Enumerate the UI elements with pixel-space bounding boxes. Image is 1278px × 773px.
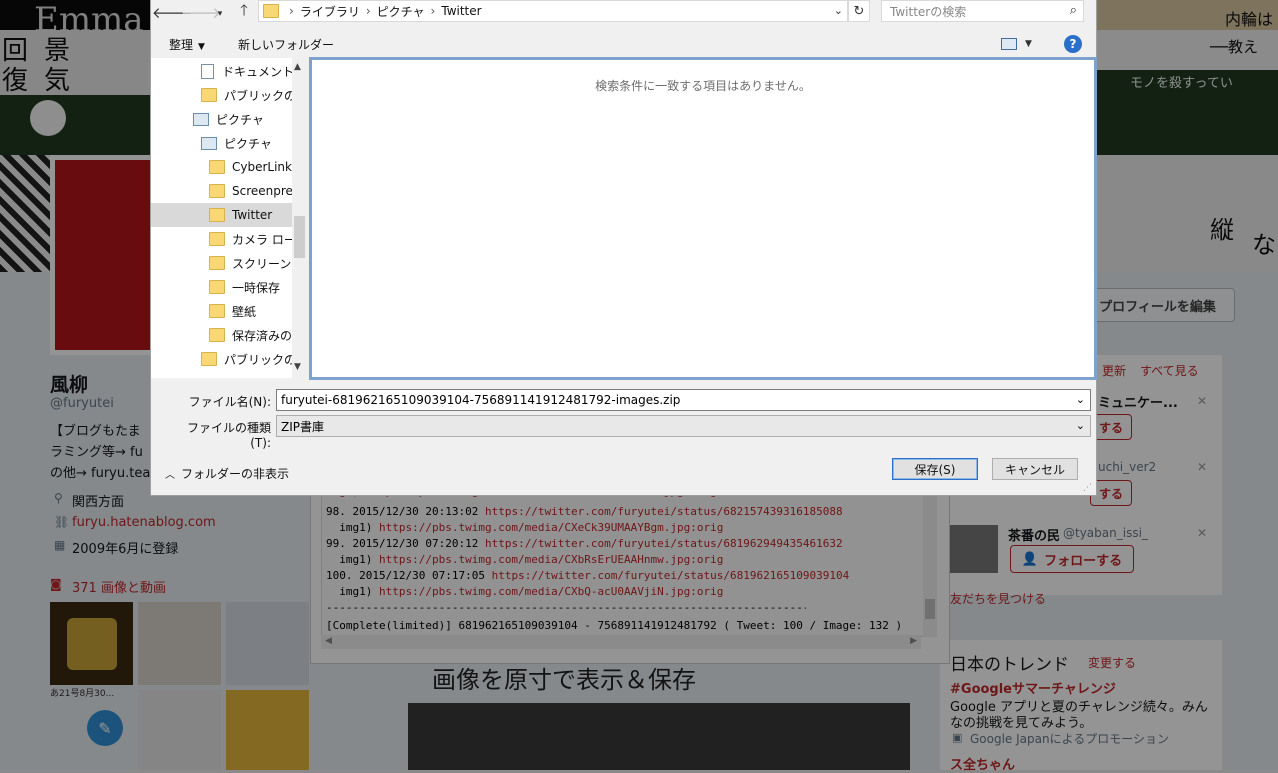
filetype-label: ファイルの種類(T): [186,421,271,450]
hide-folders-toggle[interactable]: ︿ フォルダーの非表示 [165,465,289,482]
folder-icon [209,256,225,270]
scrollbar-thumb[interactable] [294,216,305,258]
tree-item[interactable]: スクリーンショ [151,251,292,275]
tree-item[interactable]: Screenpress [151,179,292,203]
breadcrumb-pictures[interactable]: ピクチャ [377,3,425,20]
chevron-down-icon[interactable]: ⌄ [1076,419,1085,432]
chevron-right-icon: › [289,4,294,18]
help-icon[interactable]: ? [1064,35,1082,53]
search-icon: ⌕ [1069,3,1077,18]
navigation-pane[interactable]: ドキュメントパブリックのドキピクチャピクチャCyberLink CScreenp… [151,58,292,378]
save-button[interactable]: 保存(S) [892,458,978,480]
save-label: 保存(S) [914,462,956,477]
chevron-up-icon: ︿ [165,470,175,481]
tree-item[interactable]: 保存済みの写 [151,323,292,347]
tree-item[interactable]: ドキュメント [151,59,292,83]
tree-item[interactable]: パブリックのピク [151,347,292,371]
folder-icon [209,160,225,174]
tree-item-label: 壁紙 [232,304,257,319]
up-button[interactable]: 🡑 [231,0,257,24]
file-list[interactable]: 検索条件に一致する項目はありません。 [309,57,1097,380]
tree-scrollbar[interactable]: ▲ ▼ [292,58,307,378]
filetype-select[interactable]: ZIP書庫 ⌄ [276,415,1091,437]
breadcrumb-library[interactable]: ライブラリ [300,3,360,20]
tree-item-label: パブリックのピク [224,352,292,367]
forward-button[interactable]: 🡒 [181,0,221,24]
search-input[interactable]: Twitterの検索 ⌕ [881,0,1084,22]
folder-icon [209,184,225,198]
chevron-right-icon: › [365,4,371,18]
library-icon [201,136,217,150]
folder-icon [209,208,225,222]
tree-item[interactable]: カメラ ロール [151,227,292,251]
tree-item-label: カメラ ロール [232,232,292,247]
empty-message: 検索条件に一致する項目はありません。 [595,79,811,93]
tree-item-label: 保存済みの写 [232,328,292,343]
view-options-button[interactable]: ▼ [1001,34,1041,54]
tree-item[interactable]: 一時保存 [151,275,292,299]
cancel-label: キャンセル [1004,462,1065,477]
filename-label: ファイル名(N): [188,395,271,409]
search-placeholder: Twitterの検索 [890,4,967,19]
address-dropdown-icon[interactable]: ⌄ [834,4,843,17]
cancel-button[interactable]: キャンセル [992,458,1078,480]
tree-item[interactable]: ピクチャ [151,107,292,131]
folder-icon [201,352,217,366]
chevron-down-icon: ▼ [1025,39,1032,49]
filename-input[interactable]: furyutei-681962165109039104-756891141912… [276,389,1091,411]
chevron-down-icon[interactable]: ⌄ [1076,393,1085,406]
organize-menu[interactable]: 整理 ▼ [169,36,205,53]
save-dialog: 🡐 🡒 ▾ 🡑 › ライブラリ › ピクチャ › Twitter ⌄ ↻ Twi… [150,0,1097,496]
tree-item-label: 一時保存 [232,280,281,295]
address-bar[interactable]: › ライブラリ › ピクチャ › Twitter ⌄ [258,0,848,22]
folder-icon [209,280,225,294]
folder-icon [263,4,279,18]
organize-label: 整理 [169,38,194,52]
tree-item-label: ドキュメント [222,64,292,79]
tree-item-label: Screenpress [232,184,292,198]
tree-item-label: スクリーンショ [232,256,292,271]
new-folder-button[interactable]: 新しいフォルダー [238,36,334,53]
recent-dropdown-button[interactable]: ▾ [213,2,227,26]
tree-item-label: パブリックのドキ [224,88,292,103]
chevron-down-icon: ▼ [198,42,205,52]
tree-item[interactable]: ピクチャ [151,131,292,155]
tree-item[interactable]: パブリックのドキ [151,83,292,107]
breadcrumb-twitter[interactable]: Twitter [441,4,481,18]
scroll-up-icon[interactable]: ▲ [294,62,301,72]
chevron-right-icon: › [430,4,436,18]
resize-grip[interactable]: ⋰ [1083,483,1092,493]
refresh-button[interactable]: ↻ [848,0,870,22]
document-icon [201,63,214,79]
folder-tree: ドキュメントパブリックのドキピクチャピクチャCyberLink CScreenp… [151,59,292,371]
view-icon [1001,38,1017,50]
folder-icon [209,328,225,342]
tree-item-label: Twitter [232,208,273,222]
tree-item-label: ピクチャ [216,112,264,127]
tree-item-label: CyberLink C [232,160,292,174]
hide-folders-label: フォルダーの非表示 [181,467,290,481]
library-icon [193,112,209,126]
tree-item[interactable]: 壁紙 [151,299,292,323]
scroll-down-icon[interactable]: ▼ [294,362,301,372]
tree-item[interactable]: CyberLink C [151,155,292,179]
tree-item-label: ピクチャ [224,136,272,151]
filetype-value: ZIP書庫 [281,419,324,434]
tree-item[interactable]: Twitter [151,203,292,227]
folder-icon [209,232,225,246]
folder-icon [209,304,225,318]
filename-value: furyutei-681962165109039104-756891141912… [281,393,681,407]
folder-icon [201,88,217,102]
